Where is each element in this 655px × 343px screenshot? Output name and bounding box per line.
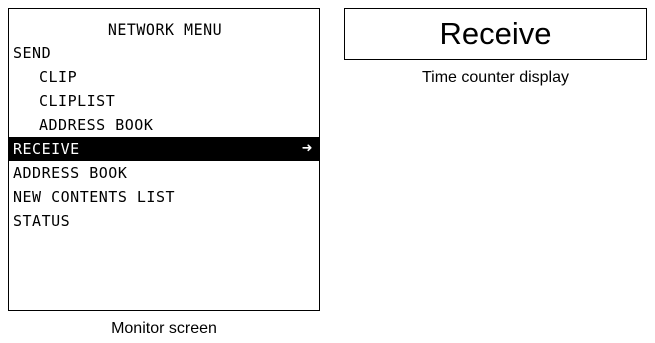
- monitor-screen-caption: Monitor screen: [111, 320, 217, 337]
- menu-item-receive[interactable]: RECEIVE ➜: [9, 137, 319, 161]
- menu-item-label: ADDRESS BOOK: [39, 116, 154, 134]
- menu-item-new-contents-list[interactable]: NEW CONTENTS LIST: [9, 185, 319, 209]
- menu-item-label: CLIPLIST: [39, 92, 116, 110]
- menu-item-address-book[interactable]: ADDRESS BOOK: [9, 161, 319, 185]
- monitor-screen: NETWORK MENU SEND CLIP CLIPLIST ADDRESS …: [8, 8, 320, 311]
- menu-item-label: CLIP: [39, 68, 78, 86]
- menu-item-label: ADDRESS BOOK: [13, 164, 128, 182]
- menu-item-label: SEND: [13, 44, 52, 62]
- network-menu-list: SEND CLIP CLIPLIST ADDRESS BOOK RECEIVE …: [9, 41, 319, 233]
- menu-item-send-address-book[interactable]: ADDRESS BOOK: [9, 113, 319, 137]
- menu-item-label: STATUS: [13, 212, 71, 230]
- menu-title: NETWORK MENU: [107, 20, 223, 40]
- time-counter-display: Receive: [344, 8, 647, 60]
- menu-item-label: NEW CONTENTS LIST: [13, 188, 176, 206]
- menu-item-send[interactable]: SEND: [9, 41, 319, 65]
- menu-item-cliplist[interactable]: CLIPLIST: [9, 89, 319, 113]
- menu-item-status[interactable]: STATUS: [9, 209, 319, 233]
- menu-item-label: RECEIVE: [13, 140, 80, 158]
- menu-item-clip[interactable]: CLIP: [9, 65, 319, 89]
- right-arrow-icon: ➜: [301, 141, 313, 156]
- time-counter-caption: Time counter display: [421, 69, 570, 86]
